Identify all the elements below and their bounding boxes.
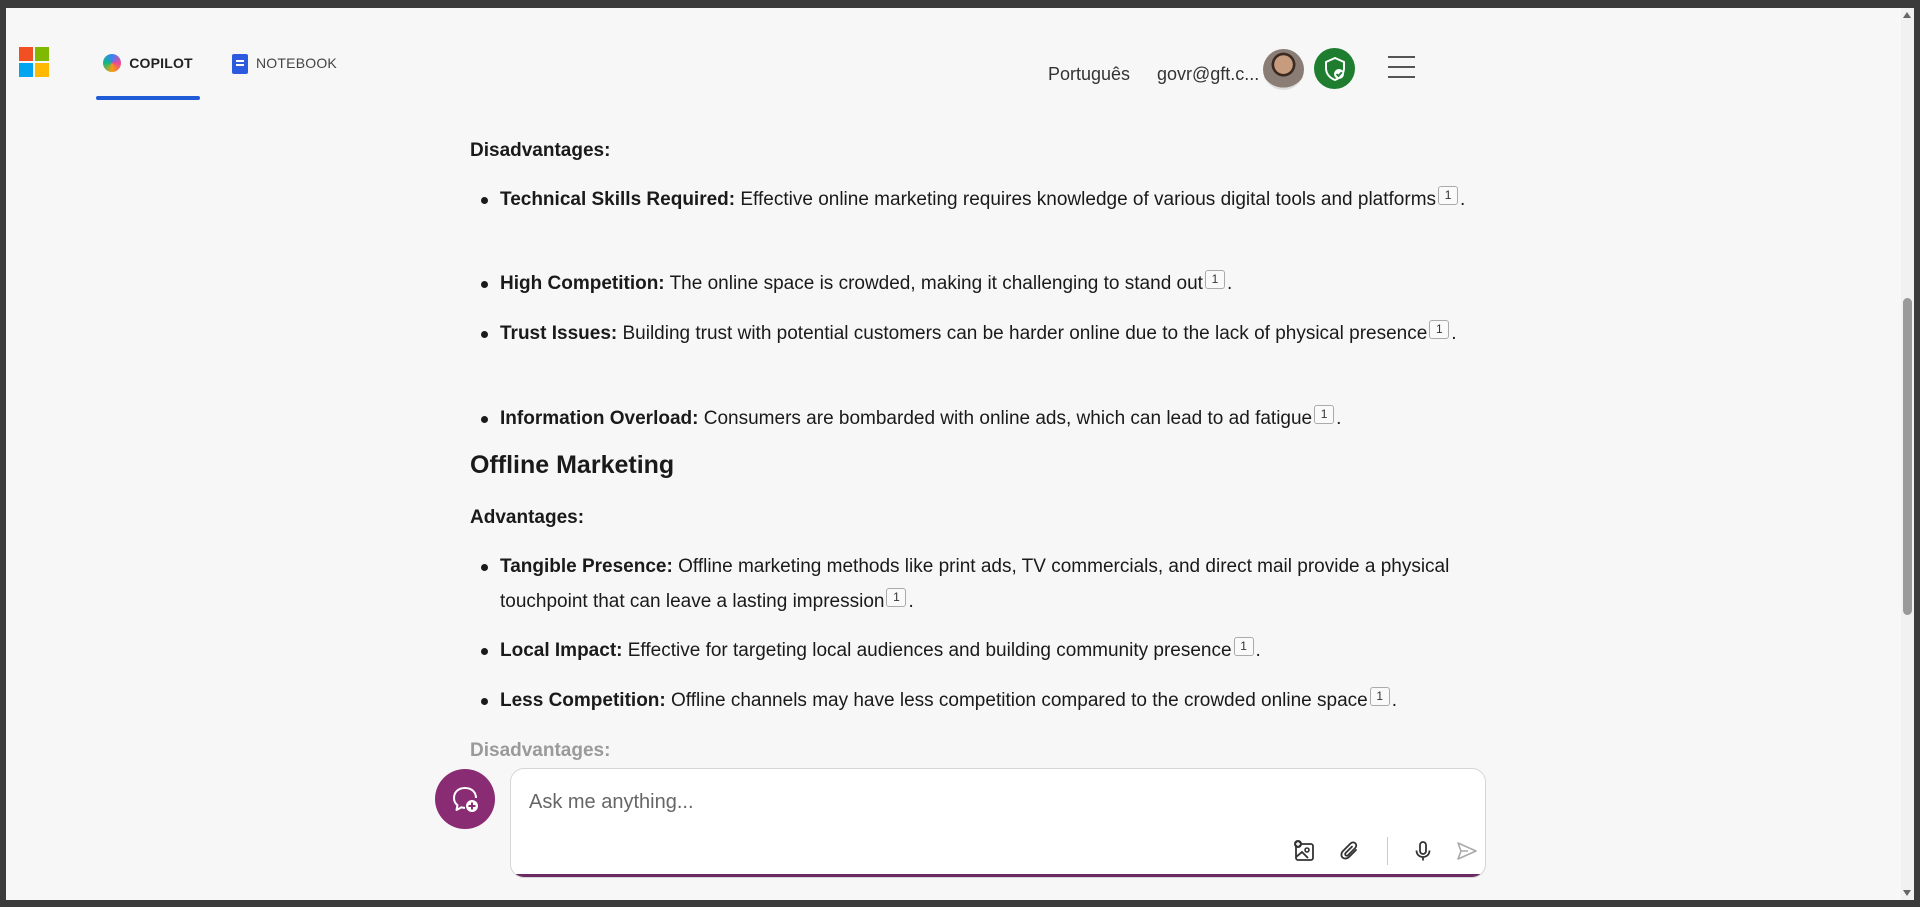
shield-check-icon[interactable]	[1314, 48, 1355, 89]
microsoft-logo[interactable]	[19, 47, 49, 77]
list-item: Local Impact: Effective for targeting lo…	[481, 633, 1500, 668]
tab-copilot[interactable]: COPILOT	[96, 46, 200, 100]
list-item: Tangible Presence: Offline marketing met…	[481, 549, 1500, 619]
list-item: Technical Skills Required: Effective onl…	[481, 182, 1500, 217]
user-avatar[interactable]	[1263, 49, 1304, 90]
citation-badge[interactable]: 1	[1204, 270, 1225, 289]
online-disadvantages-label: Disadvantages:	[470, 140, 611, 161]
hamburger-menu-icon[interactable]	[1388, 56, 1415, 78]
language-selector[interactable]: Português	[1048, 64, 1130, 85]
copilot-icon	[103, 54, 122, 72]
new-topic-button[interactable]	[435, 769, 495, 829]
notebook-icon	[232, 54, 248, 74]
citation-badge[interactable]: 1	[886, 588, 907, 607]
offline-advantages-label: Advantages:	[470, 507, 585, 528]
browser-window: COPILOT NOTEBOOK Português govr@gft.c...	[6, 8, 1914, 900]
tab-notebook-label: NOTEBOOK	[256, 55, 337, 71]
list-item: Trust Issues: Building trust with potent…	[481, 316, 1500, 351]
tab-notebook[interactable]: NOTEBOOK	[232, 46, 342, 100]
toolbar-divider	[1387, 837, 1388, 865]
screen-frame: COPILOT NOTEBOOK Português govr@gft.c...	[0, 0, 1920, 907]
citation-badge[interactable]: 1	[1438, 186, 1459, 205]
chat-input[interactable]	[529, 787, 1429, 817]
tab-copilot-label: COPILOT	[129, 55, 193, 71]
offline-disadvantages-label: Disadvantages:	[470, 740, 611, 761]
send-icon[interactable]	[1453, 837, 1481, 865]
citation-badge[interactable]: 1	[1314, 405, 1335, 424]
attach-icon[interactable]	[1336, 837, 1364, 865]
list-item: High Competition: The online space is cr…	[481, 266, 1500, 301]
vertical-scrollbar[interactable]	[1901, 8, 1914, 900]
citation-badge[interactable]: 1	[1233, 637, 1254, 656]
offline-marketing-heading: Offline Marketing	[470, 451, 675, 479]
list-item: Less Competition: Offline channels may h…	[481, 683, 1500, 718]
citation-badge[interactable]: 1	[1369, 687, 1390, 706]
chat-composer	[510, 768, 1486, 878]
scroll-down-arrow[interactable]	[1903, 890, 1911, 896]
add-image-icon[interactable]	[1291, 837, 1319, 865]
scroll-up-arrow[interactable]	[1903, 12, 1911, 18]
top-header: COPILOT NOTEBOOK Português govr@gft.c...	[6, 8, 1901, 100]
citation-badge[interactable]: 1	[1429, 320, 1450, 339]
list-item: Information Overload: Consumers are bomb…	[481, 401, 1500, 436]
account-email[interactable]: govr@gft.c...	[1157, 64, 1259, 85]
scrollbar-thumb[interactable]	[1903, 298, 1912, 615]
microphone-icon[interactable]	[1409, 837, 1437, 865]
new-topic-icon	[453, 787, 478, 812]
